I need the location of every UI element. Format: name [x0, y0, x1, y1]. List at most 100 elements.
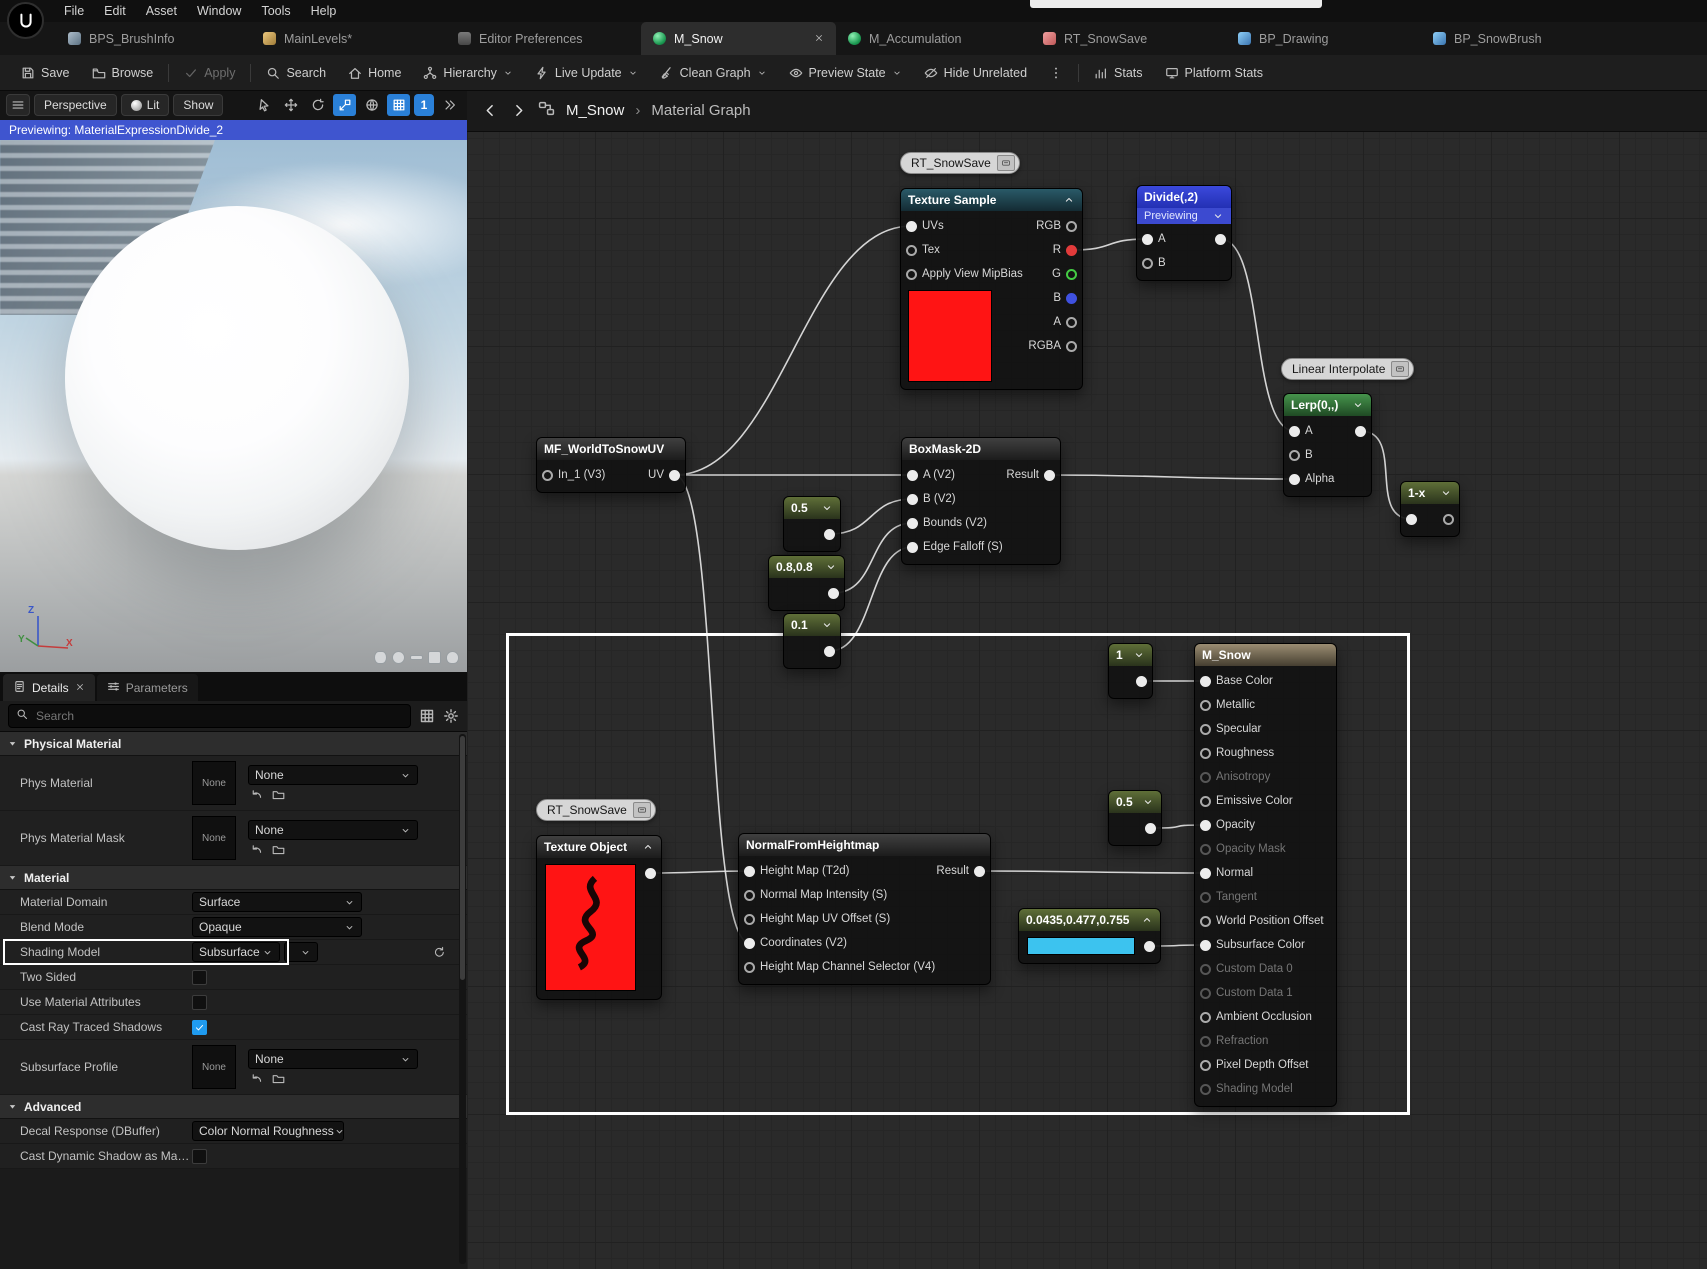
- dropdown-blend-mode[interactable]: Opaque: [192, 917, 362, 937]
- move-tool-button[interactable]: [279, 94, 302, 116]
- pin-b[interactable]: [907, 493, 918, 505]
- pin-uv[interactable]: [669, 469, 680, 481]
- dropdown-phys-material-mask[interactable]: None: [248, 820, 418, 840]
- details-section-advanced[interactable]: Advanced: [0, 1095, 467, 1119]
- apply-button[interactable]: Apply: [173, 55, 246, 90]
- pin-out[interactable]: [645, 867, 656, 879]
- node-texture_sample[interactable]: Texture Sample UVs Tex Apply View MipBias RG…: [900, 188, 1083, 390]
- checkbox-cast-dynamic-shadow-as-masked[interactable]: [192, 1148, 207, 1164]
- pin-ao[interactable]: [1200, 1011, 1211, 1023]
- preview-shape-sphere-button[interactable]: [392, 651, 405, 664]
- pin-refraction[interactable]: [1200, 1035, 1211, 1047]
- pin-coords[interactable]: [744, 937, 755, 949]
- dropdown-shading-model[interactable]: Subsurface: [192, 942, 280, 962]
- doc-tab-bps-brushinfo[interactable]: BPS_BrushInfo: [56, 22, 251, 55]
- pin-rgb[interactable]: [1066, 220, 1077, 232]
- pin-out[interactable]: [1443, 513, 1454, 525]
- browse-to-asset-button[interactable]: [272, 1072, 285, 1085]
- pin-anisotropy[interactable]: [1200, 771, 1211, 783]
- pin-out[interactable]: [1215, 233, 1226, 245]
- node-c0808[interactable]: 0.8,0.8: [768, 555, 845, 611]
- pin-custom0[interactable]: [1200, 963, 1211, 975]
- scrollbar-thumb[interactable]: [460, 736, 465, 980]
- select-tool-button[interactable]: [252, 94, 275, 116]
- pin-out[interactable]: [1136, 675, 1147, 687]
- details-section-material[interactable]: Material: [0, 866, 467, 890]
- tab-details[interactable]: Details: [3, 674, 95, 701]
- pin-metallic[interactable]: [1200, 699, 1211, 711]
- pin-subsurface_color[interactable]: [1200, 939, 1211, 951]
- doc-tab-rt-snowsave[interactable]: RT_SnowSave: [1031, 22, 1226, 55]
- preview-shape-custom-button[interactable]: [446, 651, 459, 664]
- pin-channel[interactable]: [744, 961, 755, 973]
- pin-nmi[interactable]: [744, 889, 755, 901]
- details-search-box[interactable]: [8, 704, 411, 728]
- use-selected-asset-button[interactable]: [250, 1072, 263, 1085]
- asset-thumbnail[interactable]: None: [192, 1045, 236, 1089]
- hide-unrelated-button[interactable]: Hide Unrelated: [913, 55, 1038, 90]
- toolbar-options-icon[interactable]: [1038, 55, 1074, 90]
- bubble-pin-icon[interactable]: [1391, 361, 1410, 377]
- node-mf[interactable]: MF_WorldToSnowUV In_1 (V3) UV: [536, 437, 686, 493]
- grid-snap-size[interactable]: 1: [414, 94, 434, 116]
- browse-button[interactable]: Browse: [81, 55, 165, 90]
- menu-edit[interactable]: Edit: [94, 0, 136, 22]
- close-tab-icon[interactable]: [814, 32, 824, 46]
- node-lerp[interactable]: Lerp(0,,) A B Alpha: [1283, 393, 1372, 497]
- pin-specular[interactable]: [1200, 723, 1211, 735]
- doc-tab-bp-snowbrush[interactable]: BP_SnowBrush: [1421, 22, 1616, 55]
- asset-thumbnail[interactable]: None: [192, 761, 236, 805]
- menu-tools[interactable]: Tools: [251, 0, 300, 22]
- live-update-button[interactable]: Live Update: [524, 55, 649, 90]
- dropdown-decal-response-dbuffer[interactable]: Color Normal Roughness: [192, 1121, 344, 1141]
- bubble-pin-icon[interactable]: [996, 155, 1015, 171]
- comment-pill-linear-interpolate[interactable]: Linear Interpolate: [1281, 358, 1415, 380]
- checkbox-cast-ray-traced-shadows[interactable]: [192, 1019, 207, 1035]
- pin-out[interactable]: [828, 587, 839, 599]
- reset-to-default-button[interactable]: [433, 946, 445, 958]
- nav-back-button[interactable]: [482, 102, 499, 119]
- dropdown-phys-material[interactable]: None: [248, 765, 418, 785]
- node-onex[interactable]: 1-x: [1400, 481, 1460, 537]
- pin-in1[interactable]: [542, 469, 553, 481]
- details-settings-button[interactable]: [443, 708, 459, 724]
- pin-normal[interactable]: [1200, 867, 1211, 879]
- pin-custom1[interactable]: [1200, 987, 1211, 999]
- pin-out[interactable]: [824, 645, 835, 657]
- pin-a[interactable]: [1142, 233, 1153, 245]
- preview-shape-cube-button[interactable]: [428, 651, 441, 664]
- unreal-logo[interactable]: [7, 2, 44, 39]
- pin-a[interactable]: [907, 469, 918, 481]
- browse-to-asset-button[interactable]: [272, 843, 285, 856]
- rotate-tool-button[interactable]: [306, 94, 329, 116]
- pin-pdo[interactable]: [1200, 1059, 1211, 1071]
- home-button[interactable]: Home: [337, 55, 412, 90]
- save-button[interactable]: Save: [10, 55, 81, 90]
- pin-edge[interactable]: [907, 541, 918, 553]
- tab-parameters[interactable]: Parameters: [96, 674, 198, 701]
- pin-shading_model[interactable]: [1200, 1083, 1211, 1095]
- doc-tab-editor-preferences[interactable]: Editor Preferences: [446, 22, 641, 55]
- nav-forward-button[interactable]: [510, 102, 527, 119]
- menu-window[interactable]: Window: [187, 0, 251, 22]
- node-boxmask[interactable]: BoxMask-2D A (V2) B (V2) Bounds (V2) Edge Fa…: [901, 437, 1061, 565]
- node-nfh[interactable]: NormalFromHeightmap Height Map (T2d) Norma…: [738, 833, 991, 985]
- details-search-input[interactable]: [34, 708, 403, 724]
- comment-pill-rt-snowsave[interactable]: RT_SnowSave: [536, 799, 656, 821]
- browse-to-asset-button[interactable]: [272, 788, 285, 801]
- scale-tool-button[interactable]: [333, 94, 356, 116]
- dropdown-subsurface-profile[interactable]: None: [248, 1049, 418, 1069]
- pin-b[interactable]: [1289, 449, 1300, 461]
- pin-out[interactable]: [1145, 822, 1156, 834]
- pin-emissive[interactable]: [1200, 795, 1211, 807]
- hierarchy-button[interactable]: Hierarchy: [412, 55, 524, 90]
- graph-canvas[interactable]: Texture Sample UVs Tex Apply View MipBias RG…: [467, 90, 1707, 1269]
- node-c05b[interactable]: 0.5: [1108, 790, 1162, 846]
- asset-thumbnail[interactable]: None: [192, 816, 236, 860]
- pin-a[interactable]: [1066, 316, 1077, 328]
- pin-r[interactable]: [1066, 244, 1077, 256]
- pin-g[interactable]: [1066, 268, 1077, 280]
- pin-alpha[interactable]: [1289, 473, 1300, 485]
- stats-button[interactable]: Stats: [1083, 55, 1154, 90]
- pin-opacity[interactable]: [1200, 819, 1211, 831]
